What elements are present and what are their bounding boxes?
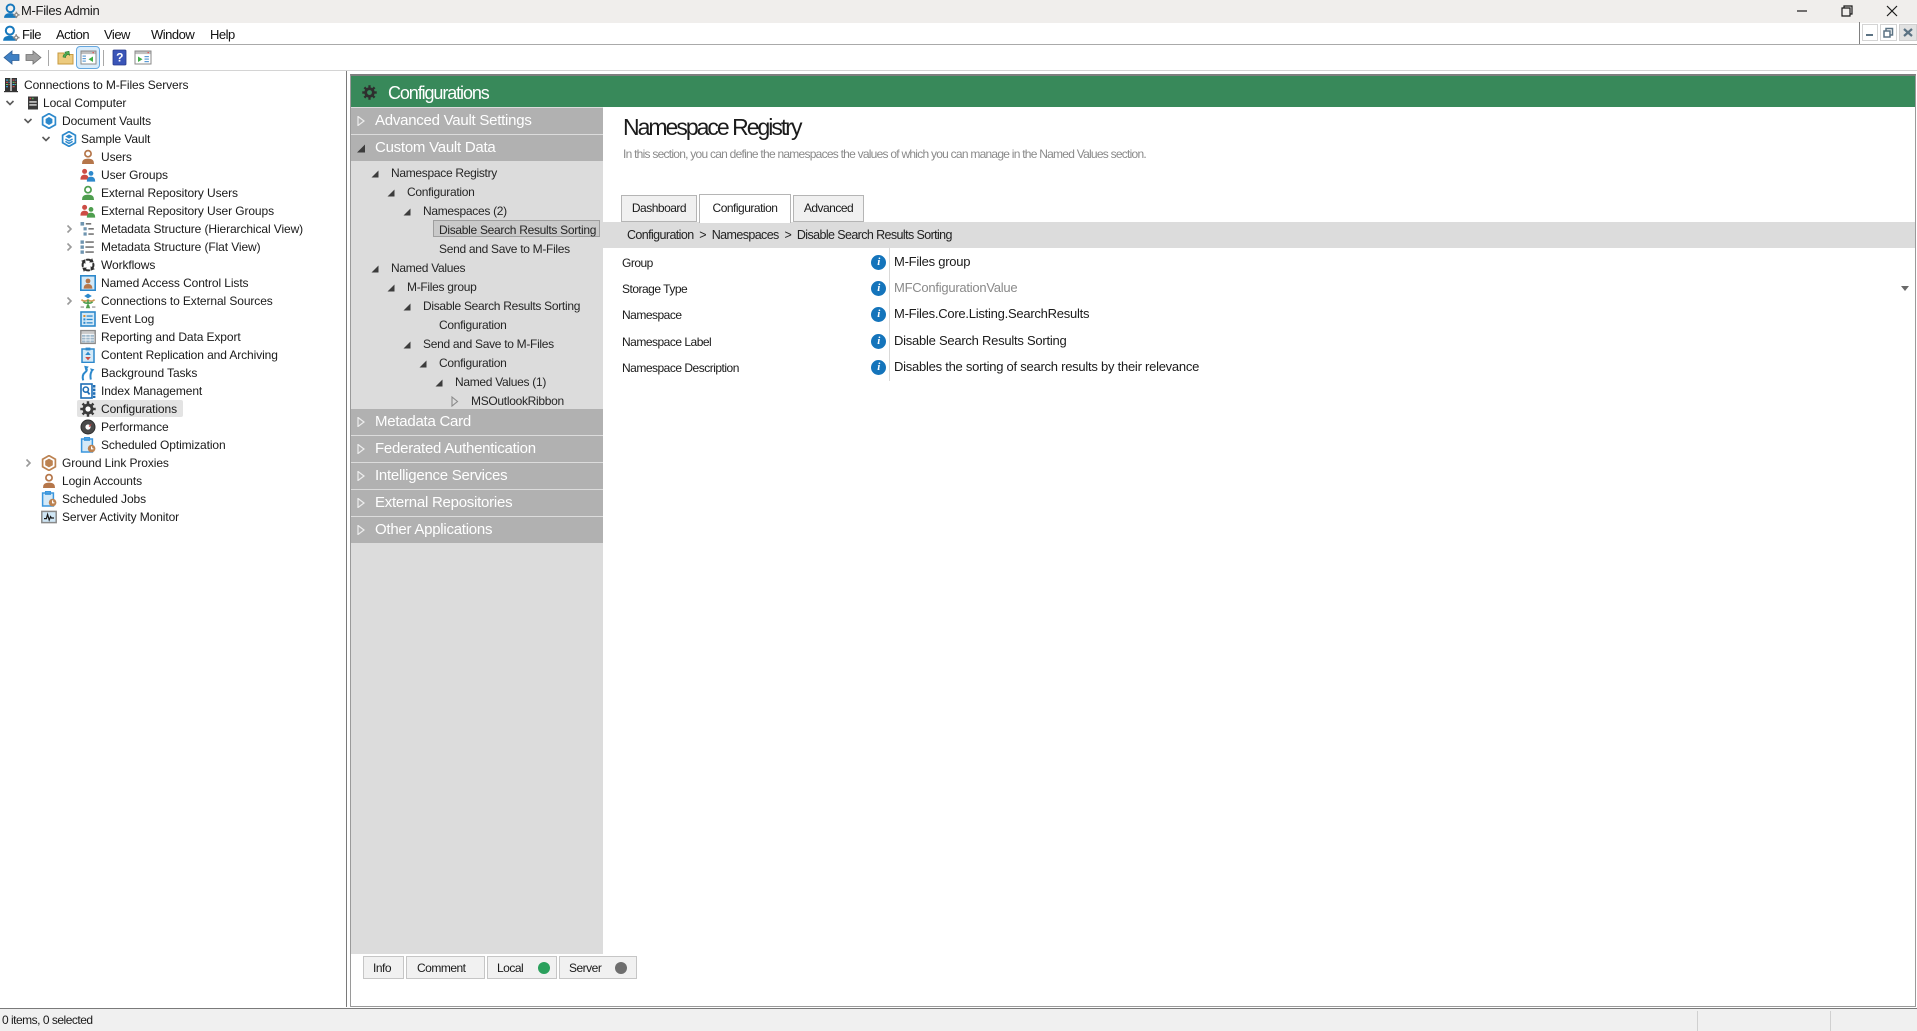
svg-text:?: ? [116,51,123,65]
